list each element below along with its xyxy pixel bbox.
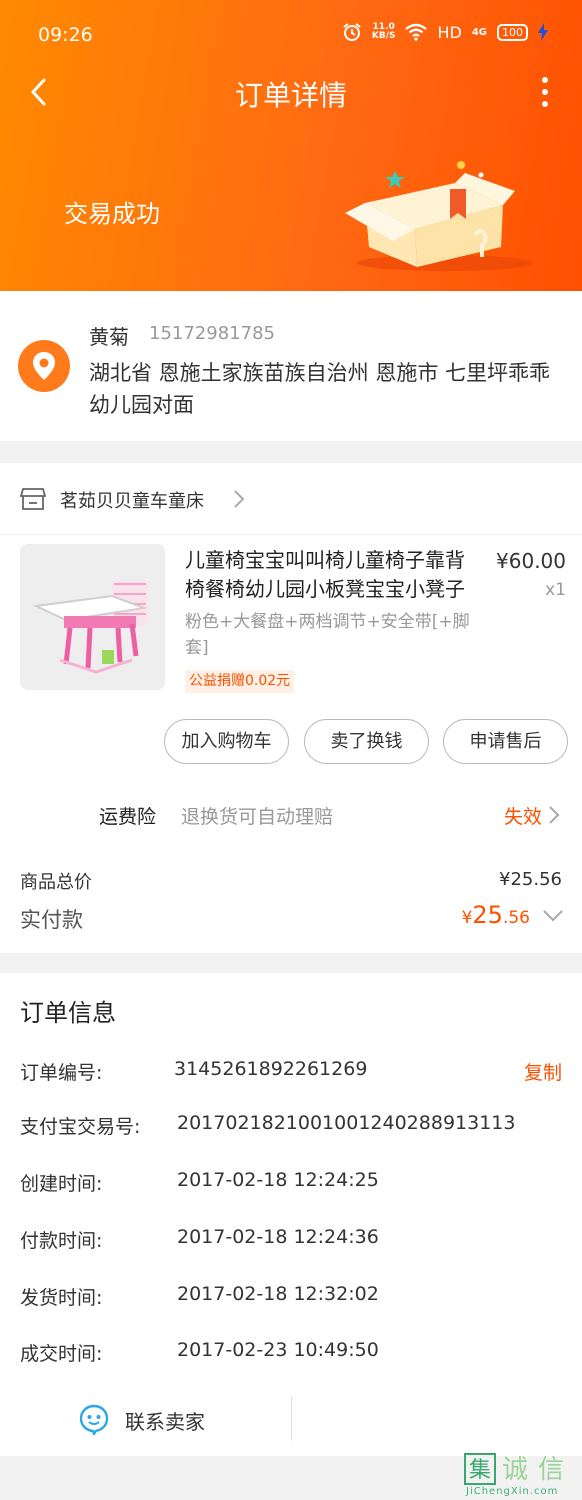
product-title[interactable]: 儿童椅宝宝叫叫椅儿童椅子靠背椅餐椅幼儿园小板凳宝宝小凳子 [185,546,480,604]
alarm-icon [343,23,361,41]
shipping-insurance-desc: 退换货可自动理赔 [181,806,334,828]
copy-button[interactable]: 复制 [524,1058,562,1085]
divider [291,1397,292,1441]
contact-seller-label: 联系卖家 [125,1410,205,1434]
signal-icon: 4G [471,26,487,38]
paid-time-label: 付款时间: [20,1230,103,1252]
status-bar: 09:26 11.0 KB/S HD 4G 100 [0,20,582,52]
product-thumbnail[interactable] [20,544,165,690]
goods-total-label: 商品总价 [20,872,92,893]
paid-amount-label: 实付款 [20,908,83,932]
svg-text:信: 信 [538,1455,564,1485]
order-card: 茗茹贝贝童车童床 儿童椅宝宝叫叫椅儿童椅子靠背椅餐椅幼儿园小板凳宝宝小凳子 ¥6… [0,463,582,953]
order-info-section: 订单信息 订单编号: 3145261892261269 复制 支付宝交易号: 2… [0,973,582,1456]
svg-text:集: 集 [469,1458,491,1483]
order-number-value: 3145261892261269 [174,1058,368,1080]
shop-name: 茗茹贝贝童车童床 [60,491,204,512]
charity-badge: 公益捐赠0.02元 [185,670,295,693]
product-spec: 粉色+大餐盘+两档调节+安全带[+脚套] [185,612,470,658]
charging-icon [538,23,548,41]
status-time: 09:26 [38,24,93,46]
chevron-right-icon [234,490,245,508]
order-number-row: 订单编号: 3145261892261269 复制 [0,1058,582,1088]
page-title: 订单详情 [234,79,347,112]
created-time-row: 创建时间: 2017-02-18 12:24:25 [0,1169,582,1199]
address-detail: 湖北省 恩施土家族苗族自治州 恩施市 七里坪乖乖幼儿园对面 [89,361,551,417]
alipay-trade-row: 支付宝交易号: 2017021821001001240288913113 [0,1112,582,1142]
shipped-time-label: 发货时间: [20,1287,103,1309]
chevron-down-icon[interactable] [542,909,564,923]
shipping-address: 黄菊 15172981785 湖北省 恩施土家族苗族自治州 恩施市 七里坪乖乖幼… [0,291,582,441]
completed-time-row: 成交时间: 2017-02-23 10:49:50 [0,1339,582,1369]
watermark-domain: JiChengXin.com [466,1486,559,1497]
alipay-trade-label: 支付宝交易号: [20,1116,141,1138]
product-quantity: x1 [545,580,566,600]
nav-bar: 订单详情 [0,68,582,116]
chevron-right-icon[interactable] [548,805,560,825]
product-image [20,544,165,690]
paid-time-row: 付款时间: 2017-02-18 12:24:36 [0,1226,582,1256]
shipped-time-row: 发货时间: 2017-02-18 12:32:02 [0,1283,582,1313]
contact-seller-button[interactable]: 联系卖家 [0,1393,291,1445]
add-to-cart-button[interactable]: 加入购物车 [164,719,289,764]
more-vertical-icon[interactable] [530,74,560,110]
status-icons: 11.0 KB/S HD 4G 100 [342,22,548,42]
network-speed: 11.0 KB/S [371,22,396,41]
created-time-value: 2017-02-18 12:24:25 [177,1169,379,1191]
product-price: ¥60.00 [496,549,566,573]
recipient-phone: 15172981785 [149,323,275,344]
completed-time-value: 2017-02-23 10:49:50 [177,1339,379,1361]
chat-bubble-icon [79,1404,109,1435]
gift-box-illustration [345,161,533,271]
shipping-insurance-label: 运费险 [99,806,157,828]
hd-indicator: HD [437,22,462,42]
order-info-heading: 订单信息 [20,999,116,1027]
shipped-time-value: 2017-02-18 12:32:02 [177,1283,379,1305]
order-number-label: 订单编号: [20,1062,103,1084]
store-icon [20,488,46,510]
paid-amount-value: ¥25.56 [461,901,530,929]
goods-total-value: ¥25.56 [499,869,562,890]
recipient-name: 黄菊 [89,325,129,349]
shipping-insurance-status[interactable]: 失效 [504,802,542,829]
shop-row[interactable]: 茗茹贝贝童车童床 [0,463,582,535]
paid-time-value: 2017-02-18 12:24:36 [177,1226,379,1248]
completed-time-label: 成交时间: [20,1343,103,1365]
wifi-icon [405,23,428,41]
created-time-label: 创建时间: [20,1173,103,1195]
svg-text:诚: 诚 [502,1455,528,1485]
trade-status: 交易成功 [64,200,160,228]
after-sale-button[interactable]: 申请售后 [443,719,568,764]
battery-icon: 100 [497,23,528,41]
alipay-trade-value: 2017021821001001240288913113 [177,1112,516,1134]
location-pin-icon [18,340,70,392]
order-header: 09:26 11.0 KB/S HD 4G 100 订单详情 交易成功 [0,0,582,291]
resell-button[interactable]: 卖了换钱 [304,719,429,764]
